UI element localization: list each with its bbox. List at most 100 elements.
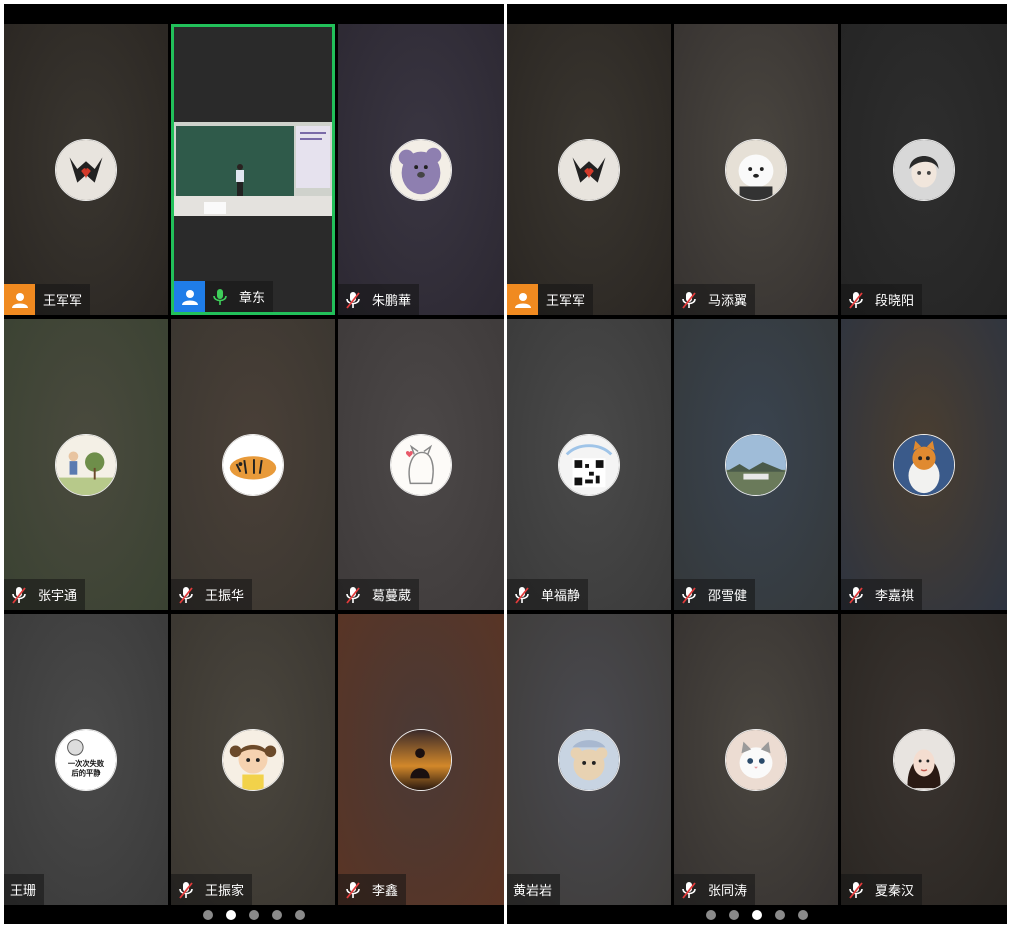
page-dot[interactable]	[272, 910, 282, 920]
page-dot[interactable]	[752, 910, 762, 920]
microphone-muted-icon	[845, 874, 867, 905]
participant-name-bar: 段晓阳	[841, 284, 923, 315]
participant-tile[interactable]: 夏秦汉	[841, 614, 1007, 905]
microphone-muted-icon	[175, 579, 197, 610]
participant-tile[interactable]: 马添翼	[674, 24, 838, 315]
sticker-text-avatar: 一次次失败 后的平静	[55, 728, 117, 791]
participant-name-bar: 朱鹏華	[338, 284, 420, 315]
participant-tile[interactable]: 段晓阳	[841, 24, 1007, 315]
video-panel-left: 王军军 章东 朱鹏華 张宇通 王振华 葛蔓葳 一次次失败 后的平静 王珊 王振家 李鑫	[4, 4, 504, 924]
participant-name: 章东	[239, 291, 266, 306]
orange-cat-avatar	[893, 433, 955, 496]
participant-tile[interactable]: 一次次失败 后的平静王珊	[4, 614, 168, 905]
participant-name: 朱鹏華	[372, 294, 412, 309]
participant-tile[interactable]: 单福静	[507, 319, 671, 610]
participant-tile[interactable]: 王振华	[171, 319, 335, 610]
participant-name-bar: 王军军	[4, 284, 91, 315]
heart-hands-avatar	[558, 138, 620, 201]
tiger-avatar	[222, 433, 284, 496]
video-grid: 王军军 章东 朱鹏華 张宇通 王振华 葛蔓葳 一次次失败 后的平静 王珊 王振家 李鑫	[4, 24, 504, 910]
participant-name: 王振华	[205, 589, 245, 604]
participant-tile[interactable]: 李嘉祺	[841, 319, 1007, 610]
page-indicator[interactable]	[507, 908, 1007, 922]
participant-name: 王珊	[10, 884, 37, 899]
participant-tile[interactable]: 葛蔓葳	[338, 319, 504, 610]
participant-name: 单福静	[541, 589, 581, 604]
microphone-muted-icon	[175, 874, 197, 905]
purple-koala-avatar	[390, 138, 452, 201]
participant-name-bar: 王振华	[171, 579, 253, 610]
participant-name: 邵雪健	[708, 589, 748, 604]
kitten-avatar	[725, 728, 787, 791]
participant-name: 葛蔓葳	[372, 589, 412, 604]
participant-tile[interactable]: 李鑫	[338, 614, 504, 905]
qr-code-avatar	[558, 433, 620, 496]
participant-name-bar: 黄岩岩	[507, 874, 561, 905]
video-panel-right: 王军军 马添翼 段晓阳单福静 邵雪健 李嘉祺黄岩岩 张同涛 夏秦汉	[507, 4, 1007, 924]
participant-name: 李鑫	[372, 884, 399, 899]
teddy-bear-avatar	[558, 728, 620, 791]
participant-name: 张宇通	[38, 589, 78, 604]
cartoon-garden-avatar	[55, 433, 117, 496]
participant-name-bar: 李嘉祺	[841, 579, 923, 610]
svg-text:一次次失败: 一次次失败	[68, 758, 105, 767]
page-indicator[interactable]	[4, 908, 504, 922]
girl-portrait-avatar	[893, 728, 955, 791]
page-dot[interactable]	[798, 910, 808, 920]
participant-name-bar: 夏秦汉	[841, 874, 923, 905]
microphone-muted-icon	[845, 579, 867, 610]
host-badge-icon	[507, 284, 538, 315]
participant-name: 黄岩岩	[513, 884, 553, 899]
participant-tile[interactable]: 章东	[171, 24, 335, 315]
participant-name: 王振家	[205, 884, 245, 899]
microphone-muted-icon	[342, 579, 364, 610]
participant-name-bar: 章东	[174, 281, 274, 312]
participant-name-bar: 单福静	[507, 579, 589, 610]
participant-tile[interactable]: 张同涛	[674, 614, 838, 905]
sunset-silhouette-avatar	[390, 728, 452, 791]
participant-tile[interactable]: 王振家	[171, 614, 335, 905]
participant-tile[interactable]: 王军军	[4, 24, 168, 315]
svg-text:后的平静: 后的平静	[71, 768, 101, 777]
video-grid: 王军军 马添翼 段晓阳单福静 邵雪健 李嘉祺黄岩岩 张同涛 夏秦汉	[507, 24, 1007, 910]
cartoon-girl-avatar	[222, 728, 284, 791]
page-dot[interactable]	[775, 910, 785, 920]
page-dot[interactable]	[203, 910, 213, 920]
participant-name: 夏秦汉	[875, 884, 915, 899]
participant-tile[interactable]: 张宇通	[4, 319, 168, 610]
microphone-muted-icon	[342, 284, 364, 315]
participant-name: 李嘉祺	[875, 589, 915, 604]
microphone-muted-icon	[678, 579, 700, 610]
anime-boy-avatar	[893, 138, 955, 201]
participant-name-bar: 张同涛	[674, 874, 756, 905]
participant-tile[interactable]: 邵雪健	[674, 319, 838, 610]
participant-name-bar: 李鑫	[338, 874, 407, 905]
microphone-on-icon	[209, 281, 231, 312]
participant-name-bar: 王珊	[4, 874, 45, 905]
page-dot[interactable]	[729, 910, 739, 920]
host-badge-icon	[4, 284, 35, 315]
active-speaker-frame	[171, 24, 335, 315]
participant-tile[interactable]: 朱鹏華	[338, 24, 504, 315]
page-dot[interactable]	[249, 910, 259, 920]
participant-name-bar: 葛蔓葳	[338, 579, 420, 610]
participant-name-bar: 马添翼	[674, 284, 756, 315]
sketch-cat-avatar	[390, 433, 452, 496]
page-dot[interactable]	[226, 910, 236, 920]
microphone-muted-icon	[678, 874, 700, 905]
microphone-muted-icon	[8, 579, 30, 610]
microphone-muted-icon	[678, 284, 700, 315]
microphone-muted-icon	[845, 284, 867, 315]
page-dot[interactable]	[295, 910, 305, 920]
page-dot[interactable]	[706, 910, 716, 920]
participant-tile[interactable]: 黄岩岩	[507, 614, 671, 905]
participant-tile[interactable]: 王军军	[507, 24, 671, 315]
participant-name: 王军军	[546, 294, 586, 309]
participant-name: 王军军	[43, 294, 83, 309]
participant-name: 张同涛	[708, 884, 748, 899]
microphone-muted-icon	[342, 874, 364, 905]
microphone-muted-icon	[511, 579, 533, 610]
participant-name: 段晓阳	[875, 294, 915, 309]
cohost-badge-icon	[174, 281, 205, 312]
landscape-avatar	[725, 433, 787, 496]
